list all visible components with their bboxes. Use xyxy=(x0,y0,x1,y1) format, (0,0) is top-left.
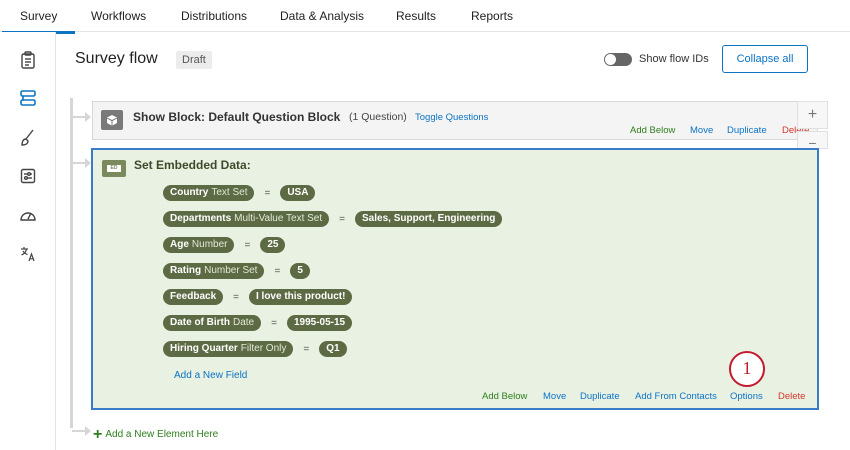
duplicate-link[interactable]: Duplicate xyxy=(727,125,767,136)
embedded-field-row: Rating Number Set = 5 xyxy=(163,263,310,279)
add-from-contacts-link[interactable]: Add From Contacts xyxy=(635,391,717,402)
cube-icon xyxy=(101,110,123,130)
field-value-pill[interactable]: 25 xyxy=(260,237,286,253)
add-new-field-link[interactable]: Add a New Field xyxy=(174,370,247,381)
plus-icon: + xyxy=(93,426,103,443)
show-flow-ids-label: Show flow IDs xyxy=(639,53,709,65)
field-value-pill[interactable]: Sales, Support, Engineering xyxy=(355,211,503,227)
embedded-field-row: Feedback = I love this product! xyxy=(163,289,353,305)
delete-link[interactable]: Delete xyxy=(778,391,805,402)
embedded-field-row: Departments Multi-Value Text Set = Sales,… xyxy=(163,211,503,227)
block-title: Show Block: Default Question Block xyxy=(133,110,341,124)
embedded-data-icon: ED xyxy=(102,160,126,177)
sliders-icon[interactable] xyxy=(18,166,38,186)
embedded-field-row: Age Number = 25 xyxy=(163,237,286,253)
collapse-all-button[interactable]: Collapse all xyxy=(722,45,808,73)
field-name-pill[interactable]: Age Number xyxy=(163,237,235,253)
add-new-element-link[interactable]: + Add a New Element Here xyxy=(93,424,218,443)
embedded-data-element[interactable]: ED Set Embedded Data: Country Text Set = … xyxy=(91,148,819,410)
clipboard-icon[interactable] xyxy=(18,50,38,70)
show-flow-ids-toggle[interactable] xyxy=(604,53,632,66)
embedded-field-row: Date of Birth Date = 1995-05-15 xyxy=(163,315,353,331)
field-name-pill[interactable]: Country Text Set xyxy=(163,185,255,201)
field-name-pill[interactable]: Departments Multi-Value Text Set xyxy=(163,211,330,227)
brush-icon[interactable] xyxy=(18,128,38,148)
toggle-questions-link[interactable]: Toggle Questions xyxy=(415,112,488,123)
add-below-link[interactable]: Add Below xyxy=(630,125,675,136)
flow-connector-arrow xyxy=(72,158,91,168)
embedded-field-row: Country Text Set = USA xyxy=(163,185,316,201)
status-badge: Draft xyxy=(176,51,212,69)
flow-connector-arrow xyxy=(72,112,91,122)
field-name-pill[interactable]: Rating Number Set xyxy=(163,263,265,279)
field-value-pill[interactable]: I love this product! xyxy=(248,289,353,305)
field-name-pill[interactable]: Feedback xyxy=(163,289,224,305)
field-name-pill[interactable]: Hiring Quarter Filter Only xyxy=(163,341,294,357)
flow-connector-arrow xyxy=(72,426,91,436)
tab-reports[interactable]: Reports xyxy=(471,9,513,23)
field-value-pill[interactable]: Q1 xyxy=(319,341,347,357)
move-link[interactable]: Move xyxy=(690,125,713,136)
gauge-icon[interactable] xyxy=(18,205,38,225)
callout-badge: 1 xyxy=(729,351,765,387)
top-nav: Survey Workflows Distributions Data & An… xyxy=(0,0,850,34)
embedded-field-row: Hiring Quarter Filter Only = Q1 xyxy=(163,341,347,357)
left-sidebar xyxy=(0,32,56,450)
duplicate-link[interactable]: Duplicate xyxy=(580,391,620,402)
field-value-pill[interactable]: USA xyxy=(280,185,316,201)
show-block-element[interactable]: Show Block: Default Question Block (1 Qu… xyxy=(92,101,818,140)
plus-icon[interactable]: + xyxy=(797,101,828,129)
options-link[interactable]: Options xyxy=(730,391,763,402)
page-title: Survey flow xyxy=(75,50,158,67)
field-value-pill[interactable]: 1995-05-15 xyxy=(286,315,353,331)
tab-data-analysis[interactable]: Data & Analysis xyxy=(280,9,364,23)
flow-connector-line xyxy=(70,98,73,428)
question-count: (1 Question) xyxy=(349,111,407,123)
block-title: Set Embedded Data: xyxy=(134,158,251,172)
tab-survey[interactable]: Survey xyxy=(1,9,76,34)
field-value-pill[interactable]: 5 xyxy=(290,263,310,279)
translate-icon[interactable] xyxy=(18,244,38,264)
tab-distributions[interactable]: Distributions xyxy=(181,9,247,23)
move-link[interactable]: Move xyxy=(543,391,566,402)
tab-results[interactable]: Results xyxy=(396,9,436,23)
field-name-pill[interactable]: Date of Birth Date xyxy=(163,315,262,331)
add-below-link[interactable]: Add Below xyxy=(482,391,527,402)
survey-flow-icon[interactable] xyxy=(18,88,38,108)
tab-workflows[interactable]: Workflows xyxy=(91,9,146,23)
minus-icon[interactable]: − xyxy=(797,131,828,150)
